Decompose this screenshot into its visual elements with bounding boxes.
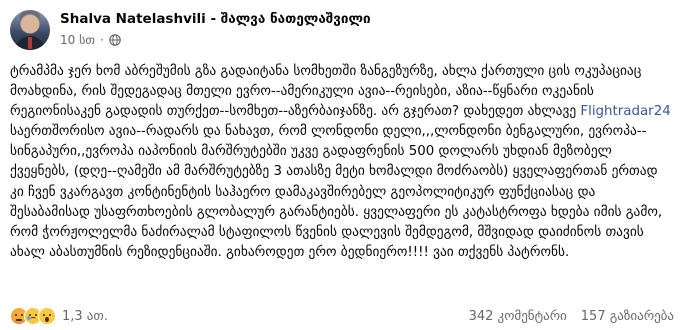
post-body: ტრამპმა ჯერ ხომ აბრეშუმის გზა გადაიტანა … bbox=[10, 62, 672, 263]
avatar-tie bbox=[28, 37, 32, 49]
post-meta: 10 სთ · bbox=[60, 32, 121, 48]
meta-separator: · bbox=[99, 33, 104, 47]
post-header: Shalva Natelashvili - შალვა ნათელაშვილი … bbox=[10, 10, 674, 60]
reaction-count[interactable]: 1,3 ათ. bbox=[62, 309, 108, 324]
engagement-stats: 342 კომენტარი 157 გაზიარება bbox=[469, 309, 674, 324]
post-time[interactable]: 10 სთ bbox=[60, 33, 95, 47]
reactions-summary[interactable]: 1,3 ათ. bbox=[10, 307, 108, 325]
avatar[interactable] bbox=[10, 10, 50, 50]
shares-count[interactable]: 157 გაზიარება bbox=[581, 309, 674, 324]
reaction-emojis[interactable] bbox=[10, 307, 56, 325]
author-name[interactable]: Shalva Natelashvili - შალვა ნათელაშვილი bbox=[60, 11, 371, 27]
reactions-bar: 1,3 ათ. 342 კომენტარი 157 გაზიარება bbox=[10, 306, 674, 326]
flightradar-link[interactable]: Flightradar24 bbox=[580, 104, 670, 119]
wow-emoji[interactable] bbox=[38, 307, 56, 325]
comments-count[interactable]: 342 კომენტარი bbox=[469, 309, 567, 324]
globe-icon[interactable] bbox=[108, 34, 121, 46]
post-text-part-2: საერთშორისო ავია--რადარს და ნახავთ, რომ … bbox=[10, 104, 675, 260]
post-text-part-1: ტრამპმა ჯერ ხომ აბრეშუმის გზა გადაიტანა … bbox=[10, 64, 646, 120]
